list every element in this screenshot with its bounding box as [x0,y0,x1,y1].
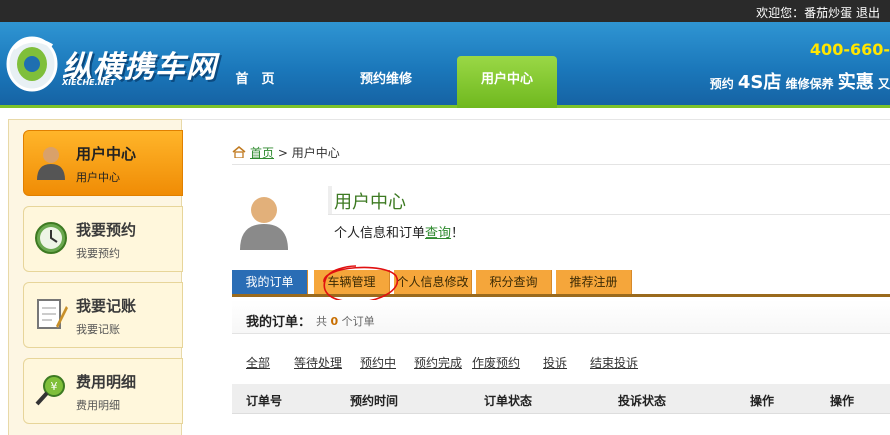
sidebar-item-subtitle: 用户中心 [76,171,120,184]
title-accent [328,186,332,214]
clock-icon [35,222,67,254]
nav-booking[interactable]: 预约维修 [338,56,434,108]
breadcrumb: 首页 > 用户中心 [232,144,340,161]
breadcrumb-home-link[interactable]: 首页 [250,146,274,160]
slogan-part: 又 [877,77,890,91]
filter-all[interactable]: 全部 [246,354,270,371]
column-header: 订单状态 [484,394,533,408]
logout-link[interactable]: 退出 [856,6,880,20]
count-value: 0 [330,315,339,328]
filter-complaint-closed[interactable]: 结束投诉 [590,354,638,371]
welcome-prefix: 欢迎您： [756,6,805,20]
tab-points-query[interactable]: 积分查询 [476,270,552,294]
notepad-icon [37,299,68,329]
sidebar-item-title: 我要记账 [76,297,137,315]
column-header: 操作 [830,394,855,408]
avatar [234,190,294,250]
filter-booking[interactable]: 预约中 [360,354,396,371]
tab-my-orders[interactable]: 我的订单 [232,270,308,294]
nav-user-center[interactable]: 用户中心 [457,56,557,108]
sidebar-item-expenses[interactable]: ¥ 费用明细 费用明细 [23,358,183,424]
svg-text:¥: ¥ [51,380,58,393]
logo-emblem-icon [6,36,58,92]
filter-pending[interactable]: 等待处理 [294,354,342,371]
sidebar-item-subtitle: 我要预约 [76,247,120,260]
breadcrumb-separator: > [274,146,292,160]
slogan-part: 维修保养 [785,77,834,91]
filter-complaint[interactable]: 投诉 [543,354,567,371]
divider [232,164,890,165]
orders-table-header: 订单号 预约时间 订单状态 投诉状态 操作 操作 [232,384,890,414]
sidebar-item-subtitle: 费用明细 [76,399,120,412]
subtitle-suffix: ！ [451,226,465,241]
sidebar-item-user-center[interactable]: 用户中心 用户中心 [23,130,183,196]
welcome-message: 欢迎您：番茄炒蛋 退出 [752,4,880,21]
tab-profile-edit[interactable]: 个人信息修改 [394,270,472,294]
logo-domain: XIECHE.NET [62,78,116,87]
column-header: 订单号 [246,394,283,408]
slogan-part: 预约 [709,77,734,91]
query-link[interactable]: 查询 [425,226,451,241]
sidebar: 用户中心 用户中心 我要预约 我要预约 我要记账 我要记账 ¥ 费用明细 费用明… [8,119,183,435]
order-summary: 我的订单： 共 0 个订单 [232,300,890,334]
order-summary-label: 我的订单： [246,315,312,330]
nav-home[interactable]: 首 页 [220,56,290,108]
sidebar-item-title: 费用明细 [76,373,137,391]
site-logo[interactable]: 纵横携车网 XIECHE.NET [4,28,219,98]
sidebar-item-title: 我要预约 [76,221,137,239]
username: 番茄炒蛋 [804,6,853,20]
money-magnifier-icon: ¥ [35,375,65,406]
count-prefix: 共 [316,315,327,328]
hotline-number: 400-660- [809,40,890,59]
column-header: 操作 [750,394,775,408]
breadcrumb-current: 用户中心 [291,146,340,160]
sidebar-item-subtitle: 我要记账 [76,323,120,336]
page-subtitle: 个人信息和订单查询！ [334,222,464,241]
slogan-part: 4S店 [737,72,782,93]
main-content: 首页 > 用户中心 用户中心 个人信息和订单查询！ 我的订单 车辆管理 个人信息… [182,119,890,435]
order-count: 共 0 个订单 [316,313,375,329]
top-bar: 欢迎您：番茄炒蛋 退出 [0,0,890,22]
count-suffix: 个订单 [341,315,375,328]
column-header: 预约时间 [350,394,399,408]
user-icon [37,147,65,180]
slogan: 预约 4S店 维修保养 实惠 又 [710,68,890,94]
site-header: 纵横携车网 XIECHE.NET 首 页 预约维修 用户中心 400-660- … [0,22,890,108]
subtitle-text: 个人信息和订单 [334,226,426,241]
page-title: 用户中心 [334,192,406,213]
slogan-part: 实惠 [837,72,874,93]
divider [328,214,890,215]
filter-cancelled[interactable]: 作废预约 [472,354,520,371]
filter-completed[interactable]: 预约完成 [414,354,462,371]
sidebar-item-booking[interactable]: 我要预约 我要预约 [23,206,183,272]
column-header: 投诉状态 [618,394,667,408]
home-icon [232,146,246,158]
tab-referral[interactable]: 推荐注册 [556,270,632,294]
sidebar-item-title: 用户中心 [76,145,137,163]
sidebar-item-bookkeeping[interactable]: 我要记账 我要记账 [23,282,183,348]
